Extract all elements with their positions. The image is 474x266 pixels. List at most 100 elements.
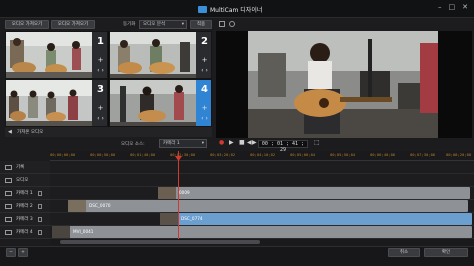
camera-2-clip[interactable]: DSC_0070 bbox=[68, 200, 468, 212]
camera-1-clip[interactable]: 0009 bbox=[158, 187, 470, 199]
offset-arrows-icon[interactable]: ‹ › bbox=[93, 115, 107, 122]
ruler-tick: 00;00;00;00 bbox=[50, 152, 76, 157]
record-track-icon bbox=[5, 165, 12, 170]
camera-1-lane[interactable]: 0009 bbox=[50, 187, 474, 200]
ok-button[interactable]: 확인 bbox=[424, 248, 468, 257]
import-video-button[interactable]: 오디오 가져오기 bbox=[5, 20, 49, 29]
ruler-tick: 00;00;50;00 bbox=[90, 152, 116, 157]
add-icon[interactable]: + bbox=[94, 104, 107, 112]
camera-4-thumbnail bbox=[110, 80, 196, 126]
ruler-tick: 00;01;40;00 bbox=[130, 152, 156, 157]
window-controls: – □ ✕ bbox=[438, 3, 468, 11]
camera-1-cell[interactable]: 1 + ‹ › bbox=[5, 31, 108, 79]
lock-icon[interactable] bbox=[38, 191, 42, 196]
camera-2-thumbnail bbox=[110, 32, 196, 78]
ruler-tick: 00;02;30;00 bbox=[170, 152, 196, 157]
timeline-ruler[interactable]: 00;00;00;00 00;00;50;00 00;01;40;00 00;0… bbox=[50, 151, 474, 161]
clip-thumbnail bbox=[158, 187, 176, 199]
speaker-icon: ◀ bbox=[8, 129, 12, 135]
offset-arrows-icon[interactable]: ‹ › bbox=[197, 115, 211, 122]
add-icon[interactable]: + bbox=[198, 56, 211, 64]
lock-icon[interactable] bbox=[38, 230, 42, 235]
audio-track-icon bbox=[5, 178, 12, 183]
preview-video-frame bbox=[248, 31, 438, 138]
ruler-tick: 00;04;10;02 bbox=[250, 152, 276, 157]
chevron-down-icon: ▾ bbox=[181, 22, 184, 27]
track-label: 카메라 2 bbox=[16, 204, 33, 209]
lock-icon[interactable] bbox=[38, 204, 42, 209]
camera-4-number: 4 bbox=[201, 84, 208, 95]
snapshot-icon[interactable] bbox=[219, 21, 225, 27]
ruler-tick: 00;05;50;04 bbox=[330, 152, 356, 157]
track-header-camera-2[interactable]: 카메라 2 bbox=[0, 200, 50, 213]
add-icon[interactable]: + bbox=[198, 104, 211, 112]
camera-4-cell[interactable]: 4 + ‹ › bbox=[109, 79, 212, 127]
camera-3-lane[interactable]: DSC_0774 bbox=[50, 213, 474, 226]
track-header-camera-3[interactable]: 카메라 3 bbox=[0, 213, 50, 226]
clip-label: DSC_0070 bbox=[89, 203, 111, 208]
camera-3-clip[interactable]: DSC_0774 bbox=[160, 213, 472, 225]
camera-3-cell[interactable]: 3 + ‹ › bbox=[5, 79, 108, 127]
video-track-icon bbox=[5, 204, 12, 209]
clip-thumbnail bbox=[160, 213, 178, 225]
zoom-out-icon[interactable]: − bbox=[6, 248, 16, 257]
track-header-camera-1[interactable]: 카메라 1 bbox=[0, 187, 50, 200]
import-audio-button[interactable]: 오디오 가져오기 bbox=[51, 20, 95, 29]
camera-4-clip[interactable]: MVI_0041 bbox=[52, 226, 472, 238]
record-lane[interactable] bbox=[50, 161, 474, 174]
stop-icon[interactable]: ■ bbox=[239, 139, 245, 146]
prev-frame-icon[interactable]: ◀ bbox=[247, 139, 252, 146]
track-header-record[interactable]: 기록 bbox=[0, 161, 50, 174]
sync-apply-button[interactable]: 적용 bbox=[190, 20, 212, 29]
preview-toolbar bbox=[216, 20, 472, 30]
track-header-audio[interactable]: 오디오 bbox=[0, 174, 50, 187]
window-title-text: MultiCam 디자이너 bbox=[210, 6, 263, 14]
ruler-tick: 00;06;40;06 bbox=[370, 152, 396, 157]
camera-4-controls: 4 + ‹ › bbox=[196, 80, 211, 126]
close-icon[interactable]: ✕ bbox=[462, 3, 468, 11]
camera-3-controls: 3 + ‹ › bbox=[92, 80, 107, 126]
clip-label: MVI_0041 bbox=[73, 229, 94, 234]
maximize-icon[interactable]: □ bbox=[449, 3, 456, 11]
track-header-camera-4[interactable]: 카메라 4 bbox=[0, 226, 50, 239]
record-icon[interactable]: ● bbox=[219, 139, 224, 146]
audio-source-value: 카메라 1 bbox=[163, 141, 180, 146]
camera-2-controls: 2 + ‹ › bbox=[196, 32, 211, 78]
camera-1-thumbnail bbox=[6, 32, 92, 78]
zoom-in-icon[interactable]: + bbox=[18, 248, 28, 257]
ruler-tick: 00;05;00;04 bbox=[290, 152, 316, 157]
track-headers: 기록 오디오 카메라 1 카메라 2 카메라 3 카메라 4 bbox=[0, 161, 50, 239]
sync-method-select[interactable]: 오디오 분석 ▾ bbox=[139, 20, 187, 29]
camera-2-lane[interactable]: DSC_0070 bbox=[50, 200, 474, 213]
clip-thumbnail bbox=[52, 226, 70, 238]
track-label: 카메라 3 bbox=[16, 217, 33, 222]
add-icon[interactable]: + bbox=[94, 56, 107, 64]
next-frame-icon[interactable]: ▶ bbox=[252, 139, 257, 146]
track-label: 오디오 bbox=[16, 178, 29, 183]
scrollbar-thumb[interactable] bbox=[60, 240, 260, 244]
lock-icon[interactable] bbox=[38, 217, 42, 222]
imported-audio-row[interactable]: ◀ 가져온 오디오 bbox=[5, 127, 212, 137]
playhead[interactable] bbox=[178, 151, 179, 239]
camera-grid: 1 + ‹ › 2 + ‹ › 3 + ‹ › 4 + ‹ › bbox=[5, 31, 212, 127]
camera-1-controls: 1 + ‹ › bbox=[92, 32, 107, 78]
audio-lane[interactable] bbox=[50, 174, 474, 187]
camera-4-lane[interactable]: MVI_0041 bbox=[50, 226, 474, 239]
video-track-icon bbox=[5, 230, 12, 235]
play-icon[interactable]: ▶ bbox=[229, 139, 234, 146]
multicam-logo-icon bbox=[198, 5, 207, 13]
minimize-icon[interactable]: – bbox=[438, 3, 442, 11]
camera-2-cell[interactable]: 2 + ‹ › bbox=[109, 31, 212, 79]
offset-arrows-icon[interactable]: ‹ › bbox=[197, 67, 211, 74]
clip-label: DSC_0774 bbox=[181, 216, 203, 221]
chevron-down-icon: ▾ bbox=[201, 141, 204, 146]
aspect-icon[interactable] bbox=[229, 21, 235, 27]
offset-arrows-icon[interactable]: ‹ › bbox=[93, 67, 107, 74]
sync-label: 동기화 bbox=[123, 22, 136, 27]
audio-source-select[interactable]: 카메라 1 ▾ bbox=[159, 139, 207, 148]
cancel-button[interactable]: 취소 bbox=[388, 248, 420, 257]
playback-controls: ● ▶ ■ ◀ ▶ ⬚ bbox=[216, 138, 472, 149]
track-label: 카메라 4 bbox=[16, 230, 33, 235]
track-label: 기록 bbox=[16, 165, 25, 170]
fullscreen-icon[interactable]: ⬚ bbox=[314, 139, 320, 146]
